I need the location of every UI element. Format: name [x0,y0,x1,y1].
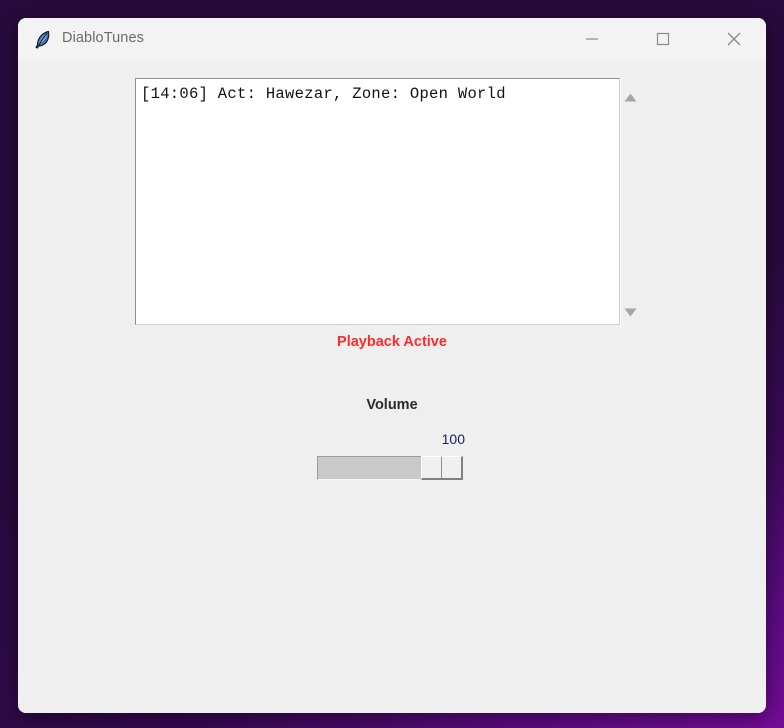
log-panel: [14:06] Act: Hawezar, Zone: Open World [135,78,639,327]
feather-icon [32,28,54,50]
minimize-icon [585,32,599,46]
slider-handle[interactable] [421,456,463,480]
log-text-area[interactable]: [14:06] Act: Hawezar, Zone: Open World [135,78,620,325]
log-scrollbar[interactable] [620,78,639,327]
status-text: Playback Active [337,334,447,350]
close-icon [726,31,742,47]
volume-value: 100 [441,431,465,447]
scroll-up-icon[interactable] [621,88,639,106]
client-area: [14:06] Act: Hawezar, Zone: Open World P… [18,60,766,713]
maximize-button[interactable] [640,18,686,60]
scrollbar-track[interactable] [621,106,639,303]
title-bar[interactable]: DiabloTunes [18,18,766,61]
window-title: DiabloTunes [62,30,144,46]
scroll-down-icon[interactable] [621,303,639,321]
close-button[interactable] [711,18,757,60]
log-line: [14:06] Act: Hawezar, Zone: Open World [141,85,506,103]
application-window: DiabloTunes [14:06] Act: Hawezar, Zone: … [18,18,766,713]
volume-slider[interactable] [317,452,465,480]
minimize-button[interactable] [569,18,615,60]
volume-label: Volume [366,397,418,413]
maximize-icon [656,32,670,46]
